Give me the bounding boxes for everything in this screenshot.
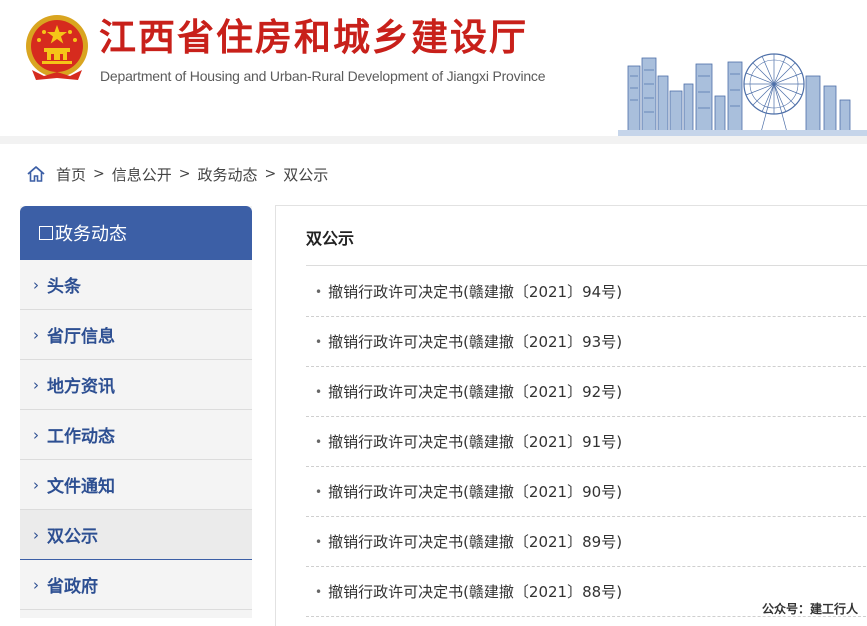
article-link[interactable]: 撤销行政许可决定书(赣建撤〔2021〕94号) <box>328 281 622 302</box>
article-link[interactable]: 撤销行政许可决定书(赣建撤〔2021〕93号) <box>328 331 622 352</box>
sidebar-item-label: 省政府 <box>47 577 98 597</box>
sidebar-item-label: 文件通知 <box>47 477 115 497</box>
sidebar-item-provincial-gov[interactable]: › 省政府 <box>20 560 252 610</box>
title-divider <box>306 265 867 266</box>
chevron-right-icon: › <box>33 325 39 344</box>
site-subtitle: Department of Housing and Urban-Rural De… <box>100 68 546 84</box>
sidebar-item-department-info[interactable]: › 省厅信息 <box>20 310 252 360</box>
sidebar-item-local-news[interactable]: › 地方资讯 <box>20 360 252 410</box>
wechat-watermark: 公众号：建工行人 <box>762 602 859 616</box>
sidebar: 政务动态 › 头条 › 省厅信息 › 地方资讯 › 工作动态 › 文件通知 › … <box>20 206 252 618</box>
breadcrumb: 首页 > 信息公开 > 政务动态 > 双公示 <box>26 162 328 186</box>
sidebar-item-label: 工作动态 <box>47 427 115 447</box>
bullet-icon: • <box>315 434 323 449</box>
breadcrumb-news-link[interactable]: 政务动态 <box>198 164 258 185</box>
article-link[interactable]: 撤销行政许可决定书(赣建撤〔2021〕92号) <box>328 381 622 402</box>
chevron-right-icon: › <box>33 525 39 544</box>
list-item[interactable]: • 撤销行政许可决定书(赣建撤〔2021〕91号) <box>306 417 867 467</box>
breadcrumb-separator: > <box>264 166 277 182</box>
sidebar-item-work-updates[interactable]: › 工作动态 <box>20 410 252 460</box>
breadcrumb-current: 双公示 <box>283 165 329 184</box>
bullet-icon: • <box>315 534 323 549</box>
bullet-icon: • <box>315 334 323 349</box>
national-emblem-icon <box>26 15 88 80</box>
article-list: • 撤销行政许可决定书(赣建撤〔2021〕94号) • 撤销行政许可决定书(赣建撤〔… <box>306 267 867 617</box>
city-skyline-illustration <box>618 53 867 136</box>
sidebar-heading-label: 政务动态 <box>55 224 127 245</box>
chevron-right-icon: › <box>33 275 39 294</box>
bullet-icon: • <box>315 484 323 499</box>
page-title: 双公示 <box>306 229 355 248</box>
menu-square-icon <box>39 226 53 240</box>
chevron-right-icon: › <box>33 475 39 494</box>
bullet-icon: • <box>315 384 323 399</box>
sidebar-item-label: 双公示 <box>47 527 98 547</box>
chevron-right-icon: › <box>33 375 39 394</box>
list-item[interactable]: • 撤销行政许可决定书(赣建撤〔2021〕93号) <box>306 317 867 367</box>
list-item[interactable]: • 撤销行政许可决定书(赣建撤〔2021〕89号) <box>306 517 867 567</box>
breadcrumb-home-link[interactable]: 首页 <box>56 164 86 185</box>
list-item[interactable]: • 撤销行政许可决定书(赣建撤〔2021〕94号) <box>306 267 867 317</box>
breadcrumb-info-link[interactable]: 信息公开 <box>112 164 172 185</box>
sidebar-item-label: 省厅信息 <box>47 327 115 347</box>
site-title: 江西省住房和城乡建设厅 <box>99 16 528 59</box>
sidebar-heading: 政务动态 <box>20 206 252 260</box>
sidebar-item-label: 地方资讯 <box>47 377 115 397</box>
bullet-icon: • <box>315 284 323 299</box>
article-link[interactable]: 撤销行政许可决定书(赣建撤〔2021〕88号) <box>328 581 622 602</box>
content-panel: 双公示 • 撤销行政许可决定书(赣建撤〔2021〕94号) • 撤销行政许可决定书(… <box>275 205 867 626</box>
header-divider <box>0 136 867 144</box>
list-item[interactable]: • 撤销行政许可决定书(赣建撤〔2021〕90号) <box>306 467 867 517</box>
sidebar-item-label: 头条 <box>47 277 81 297</box>
sidebar-item-notices[interactable]: › 文件通知 <box>20 460 252 510</box>
chevron-right-icon: › <box>33 425 39 444</box>
article-link[interactable]: 撤销行政许可决定书(赣建撤〔2021〕91号) <box>328 431 622 452</box>
site-header: 江西省住房和城乡建设厅 Department of Housing and Ur… <box>0 0 867 136</box>
list-item[interactable]: • 撤销行政许可决定书(赣建撤〔2021〕92号) <box>306 367 867 417</box>
breadcrumb-separator: > <box>93 166 105 182</box>
bullet-icon: • <box>315 584 323 599</box>
sidebar-item-headlines[interactable]: › 头条 <box>20 260 252 310</box>
chevron-right-icon: › <box>33 575 39 594</box>
article-link[interactable]: 撤销行政许可决定书(赣建撤〔2021〕90号) <box>328 481 622 502</box>
home-icon[interactable] <box>26 164 46 184</box>
sidebar-item-double-publicity[interactable]: › 双公示 <box>20 510 252 560</box>
breadcrumb-separator: > <box>178 166 191 182</box>
article-link[interactable]: 撤销行政许可决定书(赣建撤〔2021〕89号) <box>328 531 622 552</box>
